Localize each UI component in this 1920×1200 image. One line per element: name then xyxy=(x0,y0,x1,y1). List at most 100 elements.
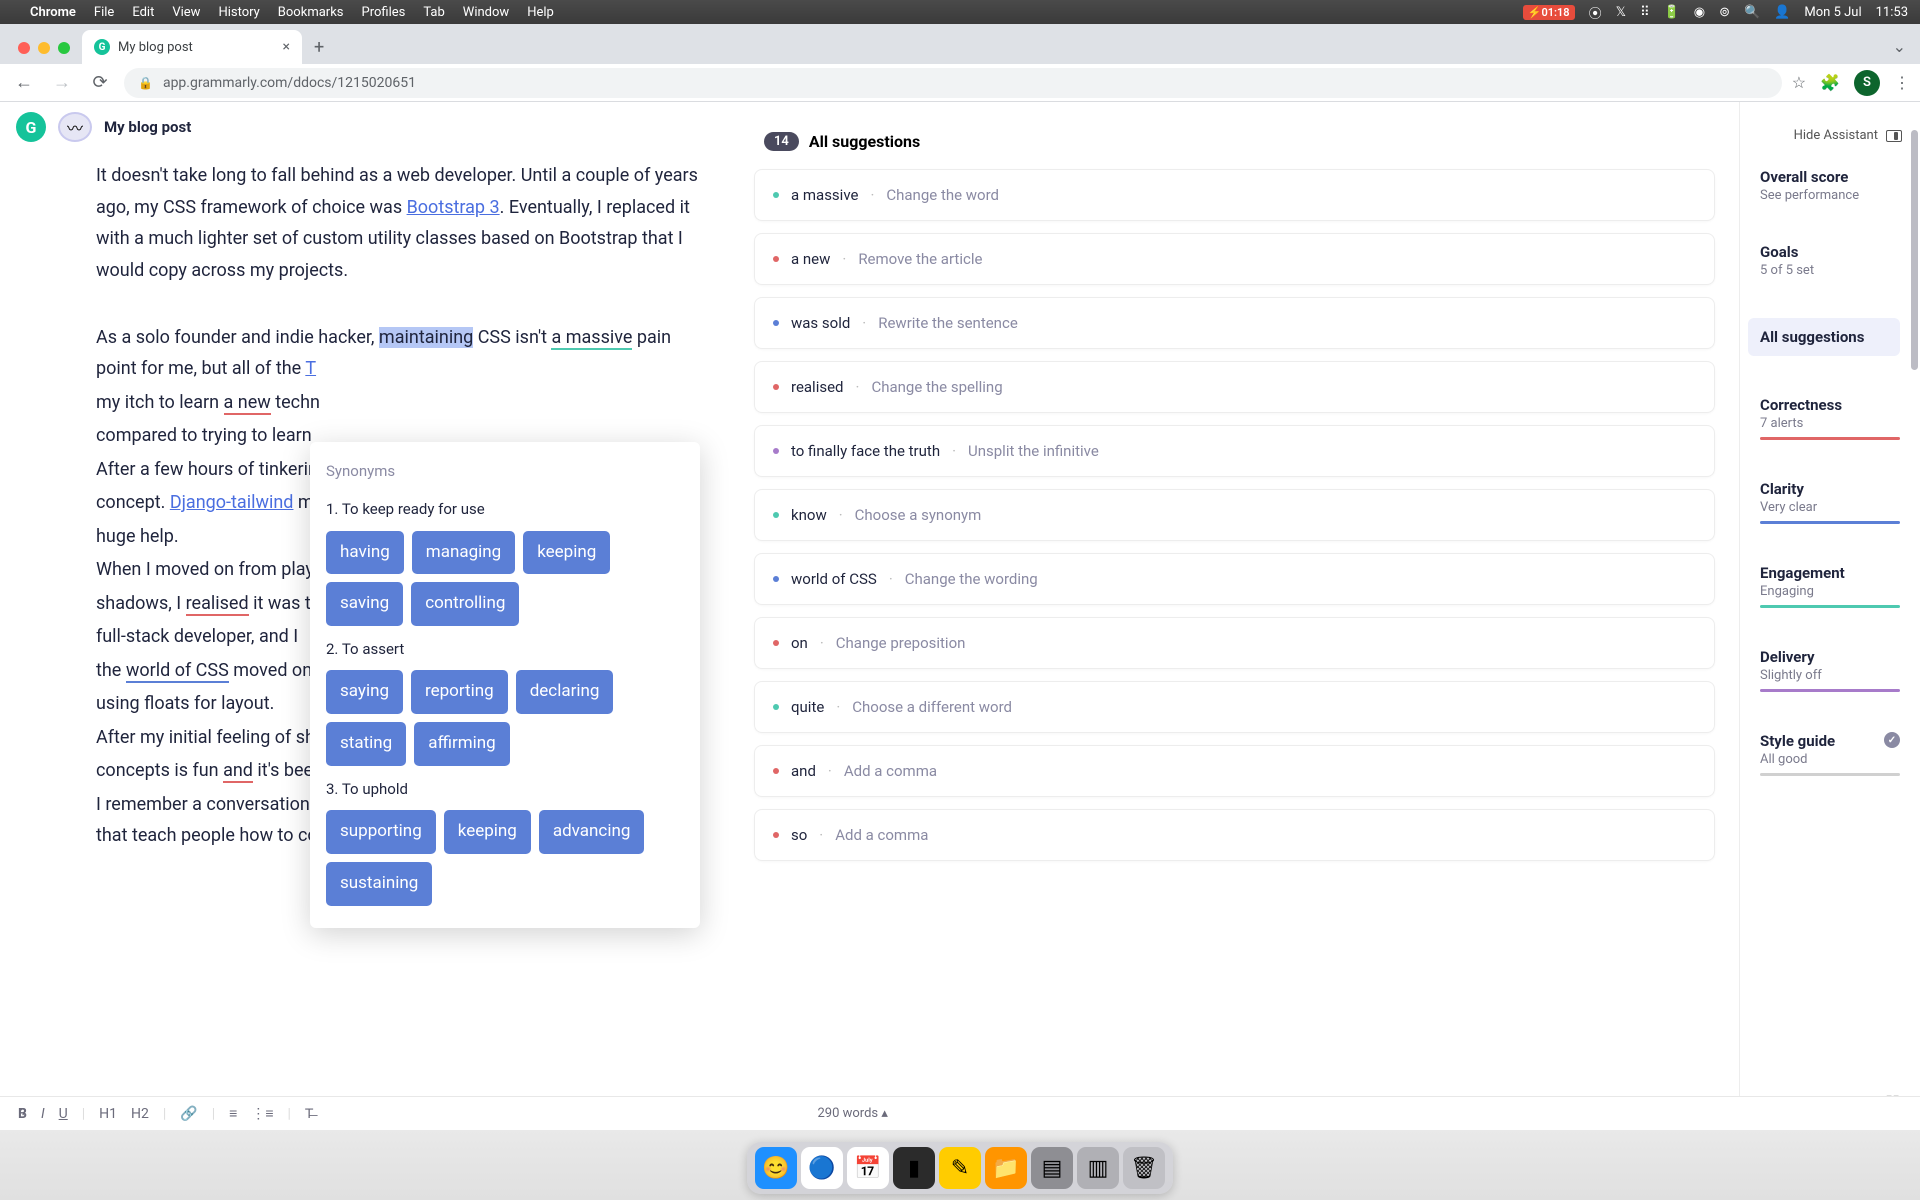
suggestion-card[interactable]: realised · Change the spelling xyxy=(754,361,1715,413)
synonym-chip[interactable]: keeping xyxy=(523,531,610,575)
tab-close-icon[interactable]: × xyxy=(283,39,290,55)
menu-view[interactable]: View xyxy=(172,5,200,20)
window-zoom-button[interactable] xyxy=(58,42,70,54)
dock-notes[interactable]: ✎ xyxy=(939,1147,981,1189)
clear-formatting-button[interactable]: T̶ xyxy=(305,1105,314,1122)
synonym-chip[interactable]: keeping xyxy=(444,810,531,854)
battery-status[interactable]: ⚡01:18 xyxy=(1523,5,1575,20)
all-suggestions-filter[interactable]: All suggestions xyxy=(1748,318,1900,356)
synonym-chip[interactable]: saying xyxy=(326,670,403,714)
paragraph[interactable]: As a solo founder and indie hacker, main… xyxy=(96,322,710,385)
underline-button[interactable]: U xyxy=(59,1106,68,1122)
synonym-chip[interactable]: having xyxy=(326,531,404,575)
menu-window[interactable]: Window xyxy=(463,5,509,20)
suggestion-card[interactable]: and · Add a comma xyxy=(754,745,1715,797)
extensions-icon[interactable]: 🧩 xyxy=(1820,73,1840,92)
suggestion-card[interactable]: world of CSS · Change the wording xyxy=(754,553,1715,605)
address-bar[interactable]: 🔒 app.grammarly.com/ddocs/1215020651 xyxy=(124,68,1782,98)
overall-score[interactable]: Overall score See performance xyxy=(1760,168,1900,203)
menu-edit[interactable]: Edit xyxy=(132,5,154,20)
new-tab-button[interactable]: + xyxy=(302,37,336,64)
clarity[interactable]: Clarity Very clear xyxy=(1760,480,1900,524)
menu-bookmarks[interactable]: Bookmarks xyxy=(278,5,344,20)
menu-help[interactable]: Help xyxy=(527,5,554,20)
suggestion-snippet: and xyxy=(791,762,816,780)
editor[interactable]: It doesn't take long to fall behind as a… xyxy=(0,102,740,1130)
link-django-tailwind[interactable]: Django-tailwind xyxy=(170,492,294,513)
menu-file[interactable]: File xyxy=(94,5,114,20)
window-close-button[interactable] xyxy=(18,42,30,54)
h1-button[interactable]: H1 xyxy=(99,1106,117,1122)
reload-button[interactable]: ⟳ xyxy=(86,72,114,93)
synonym-chip[interactable]: managing xyxy=(412,531,515,575)
menu-profiles[interactable]: Profiles xyxy=(362,5,406,20)
h2-button[interactable]: H2 xyxy=(131,1106,149,1122)
menubar-time[interactable]: 11:53 xyxy=(1876,5,1908,20)
suggestion-card[interactable]: was sold · Rewrite the sentence xyxy=(754,297,1715,349)
lock-icon[interactable]: 🔒 xyxy=(138,76,153,90)
suggestion-card[interactable]: so · Add a comma xyxy=(754,809,1715,861)
link-bootstrap[interactable]: Bootstrap 3 xyxy=(407,197,500,218)
profile-avatar[interactable]: S xyxy=(1854,70,1880,96)
word-count[interactable]: 290 words ▴ xyxy=(817,1106,887,1121)
numbered-list-button[interactable]: ≡ xyxy=(229,1105,237,1122)
suggestion-card[interactable]: know · Choose a synonym xyxy=(754,489,1715,541)
suggestion-card[interactable]: a massive · Change the word xyxy=(754,169,1715,221)
bookmark-star-icon[interactable]: ☆ xyxy=(1792,73,1806,92)
menubar-date[interactable]: Mon 5 Jul xyxy=(1804,5,1861,20)
synonym-chip[interactable]: stating xyxy=(326,722,406,766)
menu-history[interactable]: History xyxy=(218,5,259,20)
battery-icon[interactable]: 🔋 xyxy=(1664,5,1680,20)
delivery[interactable]: Delivery Slightly off xyxy=(1760,648,1900,692)
synonym-chip[interactable]: saving xyxy=(326,582,403,626)
synonym-chip[interactable]: advancing xyxy=(539,810,645,854)
user-icon[interactable]: 👤 xyxy=(1774,5,1790,20)
style-guide[interactable]: Style guide✓ All good xyxy=(1760,732,1900,776)
synonym-chip[interactable]: controlling xyxy=(411,582,519,626)
suggestion-action: Remove the article xyxy=(858,250,982,268)
forward-button[interactable]: → xyxy=(48,72,76,93)
menu-tab[interactable]: Tab xyxy=(423,5,444,20)
synonym-chip[interactable]: reporting xyxy=(411,670,508,714)
back-button[interactable]: ← xyxy=(10,72,38,93)
control-center-icon[interactable]: ⊚ xyxy=(1719,5,1730,20)
dock-finder[interactable]: 😊 xyxy=(755,1147,797,1189)
suggestion-card[interactable]: a new · Remove the article xyxy=(754,233,1715,285)
menubar-app[interactable]: Chrome xyxy=(30,5,76,20)
document-title[interactable]: My blog post xyxy=(104,118,191,136)
browser-tab[interactable]: G My blog post × xyxy=(82,30,302,64)
dock-terminal[interactable]: ▮ xyxy=(893,1147,935,1189)
suggestion-card[interactable]: to finally face the truth · Unsplit the … xyxy=(754,425,1715,477)
dock-app[interactable]: ▥ xyxy=(1077,1147,1119,1189)
italic-button[interactable]: I xyxy=(41,1106,45,1122)
suggestion-card[interactable]: quite · Choose a different word xyxy=(754,681,1715,733)
paragraph[interactable]: It doesn't take long to fall behind as a… xyxy=(96,160,710,286)
highlighted-word[interactable]: maintaining xyxy=(379,327,473,348)
tab-overflow-icon[interactable]: ⌄ xyxy=(1879,37,1920,64)
status-icon[interactable]: 𝕏 xyxy=(1616,5,1626,20)
dock-chrome[interactable]: 🔵 xyxy=(801,1147,843,1189)
help-icon[interactable]: ? xyxy=(20,1106,27,1122)
correctness[interactable]: Correctness 7 alerts xyxy=(1760,396,1900,440)
status-icon[interactable]: ⠿ xyxy=(1640,5,1650,20)
goals[interactable]: Goals 5 of 5 set xyxy=(1760,243,1900,278)
grammarly-logo[interactable]: G xyxy=(16,112,46,142)
spotlight-icon[interactable]: 🔍 xyxy=(1744,5,1760,20)
dock-app[interactable]: ▤ xyxy=(1031,1147,1073,1189)
dock-trash[interactable]: 🗑 xyxy=(1123,1147,1165,1189)
dock-calendar[interactable]: 📅 xyxy=(847,1147,889,1189)
suggestion-card[interactable]: on · Change preposition xyxy=(754,617,1715,669)
mode-switch[interactable]: 〰 xyxy=(58,112,92,142)
chrome-menu-icon[interactable]: ⋮ xyxy=(1894,73,1910,92)
synonym-chip[interactable]: supporting xyxy=(326,810,436,854)
synonym-chip[interactable]: affirming xyxy=(414,722,510,766)
engagement[interactable]: Engagement Engaging xyxy=(1760,564,1900,608)
wifi-icon[interactable]: ◉ xyxy=(1694,5,1705,20)
synonym-chip[interactable]: sustaining xyxy=(326,862,432,906)
link-button[interactable]: 🔗 xyxy=(180,1106,197,1122)
synonym-chip[interactable]: declaring xyxy=(516,670,614,714)
bulleted-list-button[interactable]: ⋮≡ xyxy=(251,1105,273,1122)
dock-app[interactable]: 📁 xyxy=(985,1147,1027,1189)
window-minimize-button[interactable] xyxy=(38,42,50,54)
status-icon[interactable]: ⦿ xyxy=(1589,3,1602,22)
